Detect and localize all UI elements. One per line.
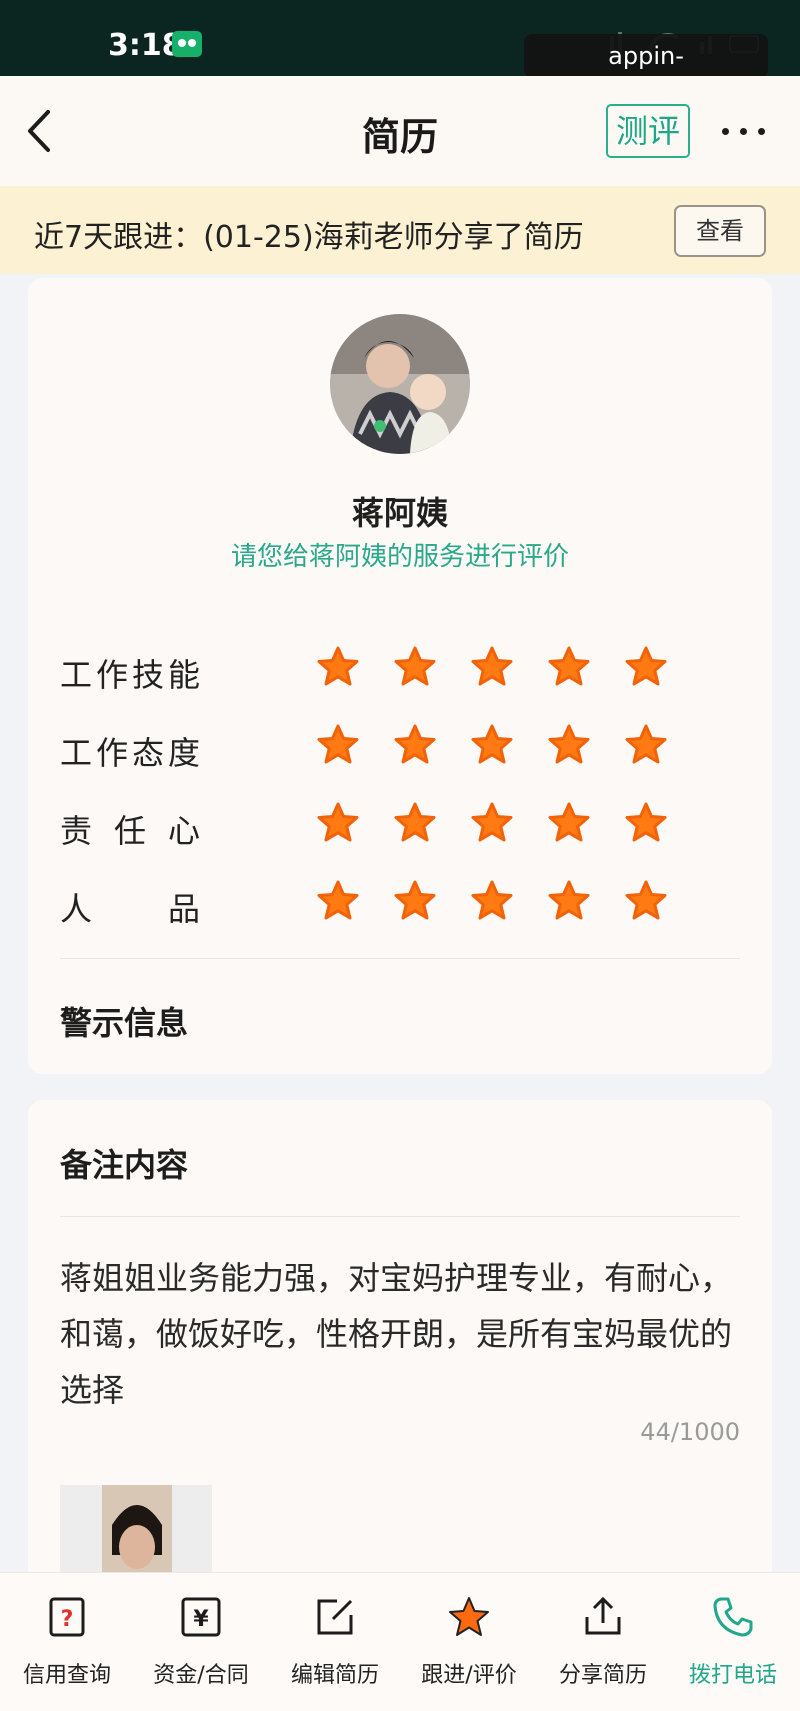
divider — [60, 1216, 740, 1217]
bottom-nav: ? 信用查询 ¥ 资金/合同 编辑简历 跟进/评价 分享简历 拨打电话 — [0, 1572, 800, 1711]
notes-heading: 备注内容 — [60, 1146, 189, 1184]
nav-share-resume[interactable]: 分享简历 — [536, 1573, 670, 1711]
notes-char-count: 44/1000 — [640, 1418, 740, 1446]
rating-row-skill: 工作技能 — [60, 640, 740, 700]
star-icon[interactable] — [387, 640, 443, 696]
assess-button[interactable]: 测评 — [606, 104, 690, 158]
star-icon[interactable] — [464, 640, 520, 696]
nav-label: 编辑简历 — [290, 1663, 379, 1688]
watermark: appin-kaiyun.com.cn — [524, 34, 768, 114]
star-icon[interactable] — [310, 718, 366, 774]
star-icon[interactable] — [541, 796, 597, 852]
star-icon[interactable] — [310, 640, 366, 696]
nav-label: 跟进/评价 — [421, 1663, 517, 1688]
more-dots-icon — [722, 128, 729, 135]
panda-app-icon — [172, 31, 202, 57]
nav-label: 分享简历 — [558, 1663, 647, 1688]
follow-up-bar: 近7天跟进：(01-25)海莉老师分享了简历 查看 — [0, 186, 800, 274]
star-icon[interactable] — [618, 718, 674, 774]
star-icon[interactable] — [310, 796, 366, 852]
nav-label: 资金/合同 — [153, 1663, 249, 1688]
star-icon[interactable] — [618, 874, 674, 930]
star-icon[interactable] — [541, 874, 597, 930]
phone-icon — [713, 1597, 753, 1637]
nav-funds-contract[interactable]: ¥ 资金/合同 — [134, 1573, 268, 1711]
follow-up-text: 近7天跟进：(01-25)海莉老师分享了简历 — [34, 220, 584, 255]
rating-row-character: 人品 — [60, 874, 740, 934]
view-button[interactable]: 查看 — [674, 205, 766, 257]
star-icon[interactable] — [541, 640, 597, 696]
star-icon[interactable] — [464, 796, 520, 852]
caregiver-name: 蒋阿姨 — [351, 494, 448, 532]
star-icon[interactable] — [464, 718, 520, 774]
credit-query-icon: ? — [49, 1597, 85, 1637]
rating-label: 人品 — [60, 890, 200, 928]
rating-label: 责任心 — [60, 812, 200, 850]
avatar-photo — [330, 314, 470, 454]
star-icon[interactable] — [464, 874, 520, 930]
divider — [60, 958, 740, 959]
yen-icon: ¥ — [181, 1597, 221, 1637]
star-icon[interactable] — [618, 640, 674, 696]
rating-prompt: 请您给蒋阿姨的服务进行评价 — [230, 542, 569, 572]
rating-label: 工作态度 — [60, 734, 200, 772]
star-icon[interactable] — [310, 874, 366, 930]
share-icon — [585, 1596, 621, 1635]
star-icon[interactable] — [541, 718, 597, 774]
nav-label: 信用查询 — [22, 1663, 111, 1688]
edit-icon — [317, 1599, 353, 1635]
rating-row-responsibility: 责任心 — [60, 796, 740, 856]
nav-call-phone[interactable]: 拨打电话 — [666, 1573, 800, 1711]
warning-heading: 警示信息 — [60, 1004, 189, 1042]
nav-credit-query[interactable]: ? 信用查询 — [0, 1573, 134, 1711]
star-icon[interactable] — [387, 874, 443, 930]
rating-card: 蒋阿姨 请您给蒋阿姨的服务进行评价 工作技能 工作态度 责任心 人品 警示信息 — [28, 278, 772, 1074]
notes-text[interactable]: 蒋姐姐业务能力强，对宝妈护理专业，有耐心，和蔼，做饭好吃，性格开朗，是所有宝妈最… — [60, 1250, 750, 1418]
star-icon[interactable] — [618, 796, 674, 852]
star-icon[interactable] — [387, 796, 443, 852]
star-icon[interactable] — [387, 718, 443, 774]
rating-row-attitude: 工作态度 — [60, 718, 740, 778]
nav-follow-review[interactable]: 跟进/评价 — [402, 1573, 536, 1711]
avatar — [330, 314, 470, 454]
nav-label: 拨打电话 — [688, 1663, 777, 1688]
rating-label: 工作技能 — [60, 656, 200, 694]
svg-text:?: ? — [61, 1607, 74, 1632]
nav-edit-resume[interactable]: 编辑简历 — [268, 1573, 402, 1711]
star-icon — [449, 1597, 489, 1636]
app-header: 简历 测评 — [0, 76, 800, 186]
more-button[interactable] — [718, 106, 772, 156]
svg-text:¥: ¥ — [193, 1607, 209, 1632]
